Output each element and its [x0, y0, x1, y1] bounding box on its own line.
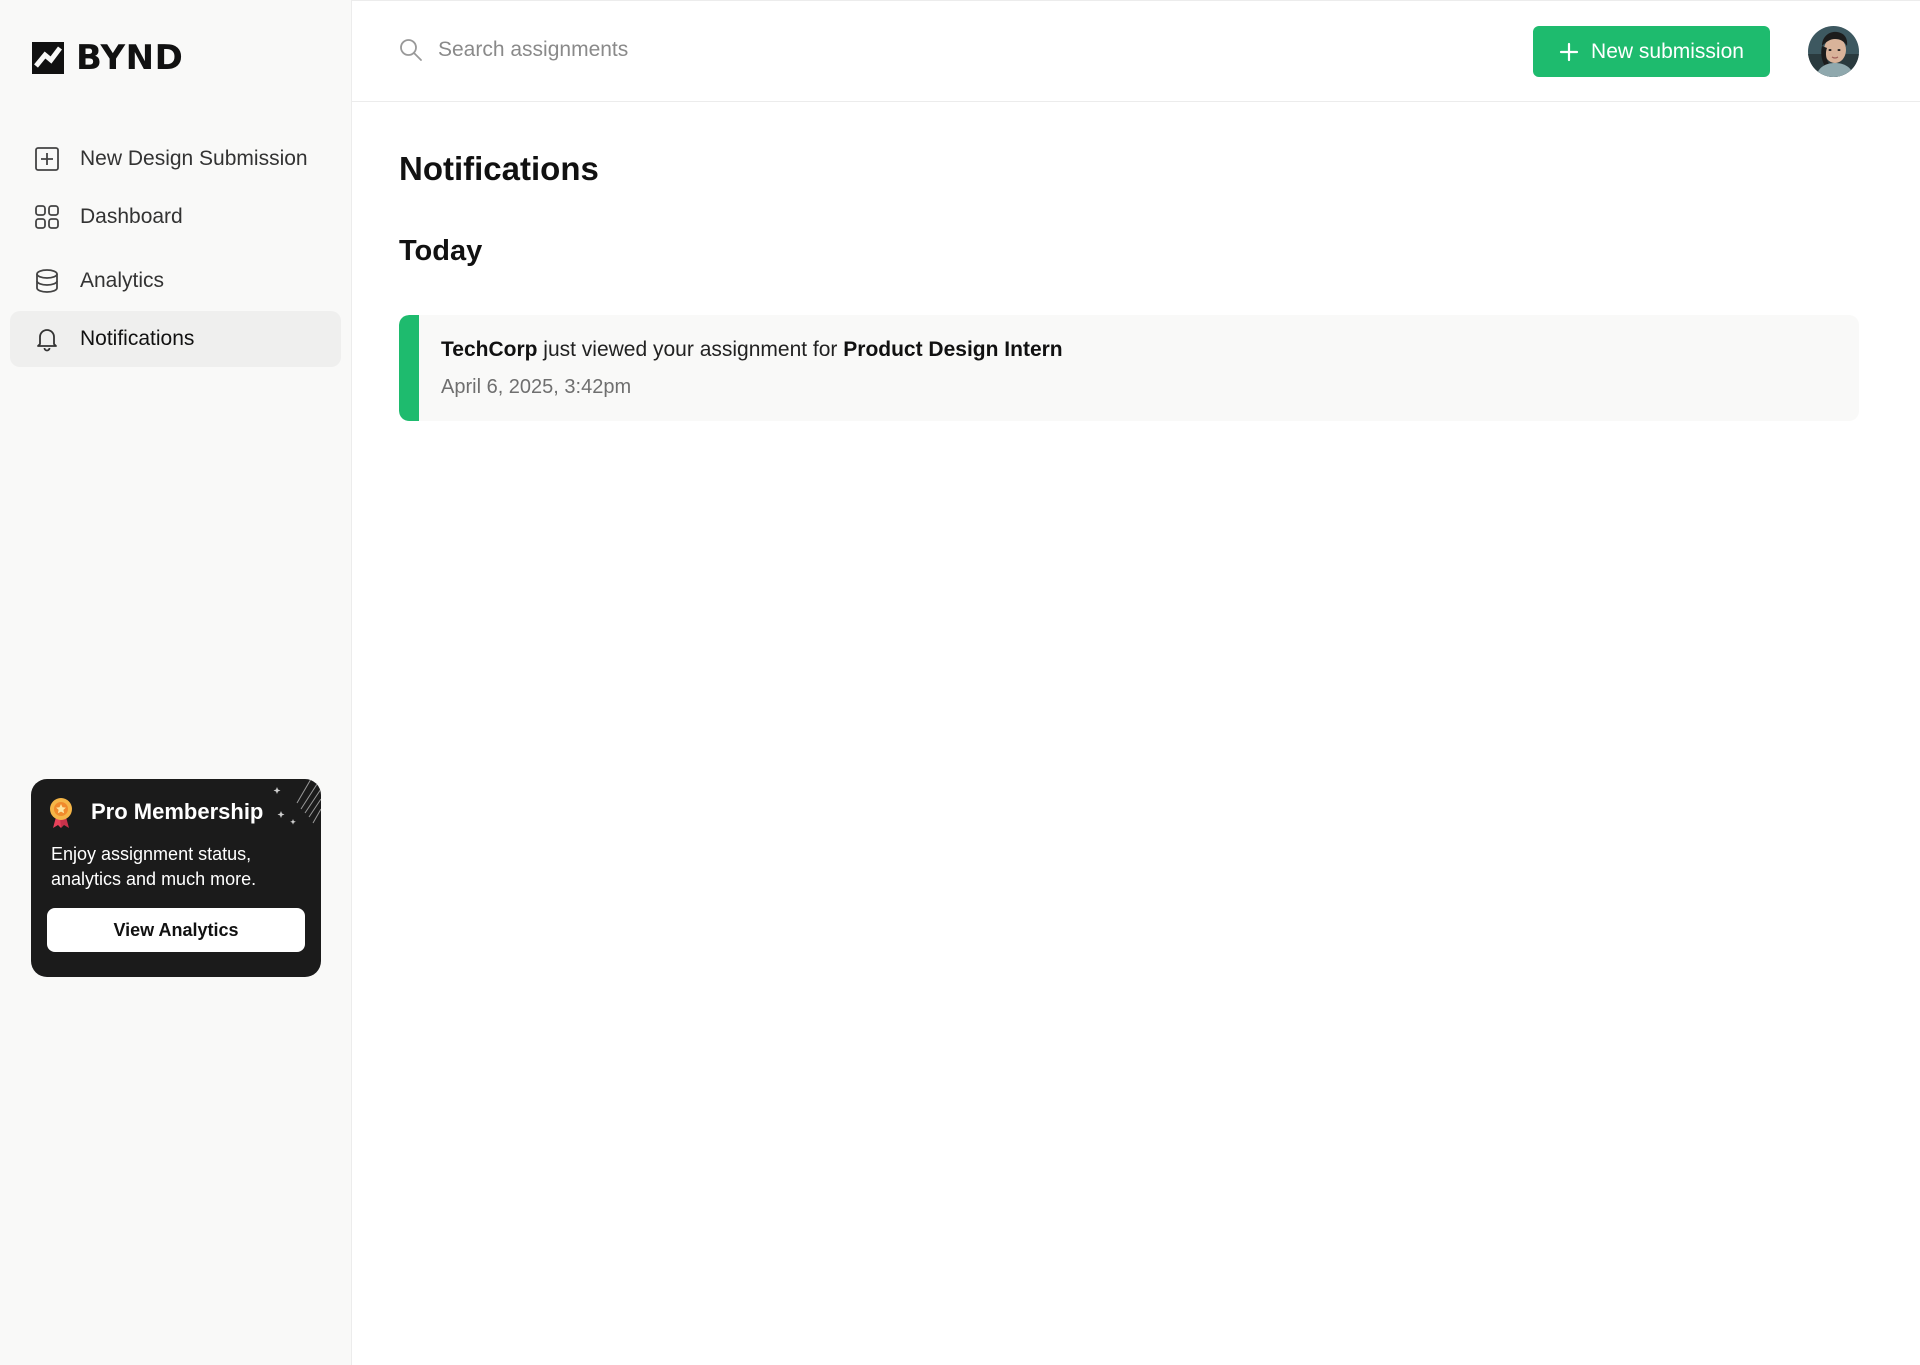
sidebar-item-label: Notifications [80, 327, 195, 350]
avatar-photo [1808, 26, 1859, 77]
database-icon [36, 269, 58, 293]
bynd-logo-icon [32, 42, 64, 74]
search-input[interactable] [438, 38, 798, 62]
sidebar-item-analytics[interactable]: Analytics [10, 253, 341, 309]
sidebar: BYND New Design Submission Dashboard Ana… [0, 0, 352, 1365]
pro-membership-card: Pro Membership Enjoy assignment status, … [31, 779, 321, 977]
notification-accent-bar [399, 315, 419, 421]
sidebar-nav: New Design Submission Dashboard Analytic… [10, 131, 341, 367]
plus-square-icon [35, 147, 59, 171]
promo-description: Enjoy assignment status, analytics and m… [51, 844, 257, 889]
logo[interactable]: BYND [32, 38, 183, 78]
sidebar-item-label: New Design Submission [80, 147, 308, 170]
bell-icon [37, 329, 57, 352]
new-submission-label: New submission [1591, 39, 1744, 63]
search-bar[interactable] [398, 37, 798, 63]
sidebar-item-dashboard[interactable]: Dashboard [10, 189, 341, 245]
grid-icon [35, 205, 59, 229]
page-title: Notifications [399, 150, 599, 187]
user-avatar[interactable] [1808, 26, 1859, 77]
sidebar-item-label: Dashboard [80, 205, 183, 228]
brand-name: BYND [76, 38, 184, 78]
notification-company: TechCorp [441, 338, 538, 361]
top-bar: New submission [352, 0, 1920, 102]
sidebar-item-new-design-submission[interactable]: New Design Submission [10, 131, 341, 187]
view-analytics-button[interactable]: View Analytics [47, 908, 305, 952]
sparkle-decoration-icon [273, 779, 321, 825]
notification-text: just viewed your assignment for [537, 338, 844, 361]
notification-role: Product Design Intern [843, 338, 1063, 361]
notification-timestamp: April 6, 2025, 3:42pm [441, 376, 632, 398]
notification-message: TechCorp just viewed your assignment for… [441, 338, 1063, 362]
new-submission-button[interactable]: New submission [1533, 26, 1770, 77]
medal-icon [50, 798, 72, 828]
search-icon [400, 39, 422, 61]
section-title-today: Today [399, 235, 483, 267]
sidebar-item-label: Analytics [80, 269, 165, 292]
plus-icon [1559, 42, 1579, 61]
notification-item[interactable]: TechCorp just viewed your assignment for… [399, 315, 1859, 421]
promo-title: Pro Membership [91, 799, 264, 824]
sidebar-item-notifications[interactable]: Notifications [10, 311, 341, 367]
